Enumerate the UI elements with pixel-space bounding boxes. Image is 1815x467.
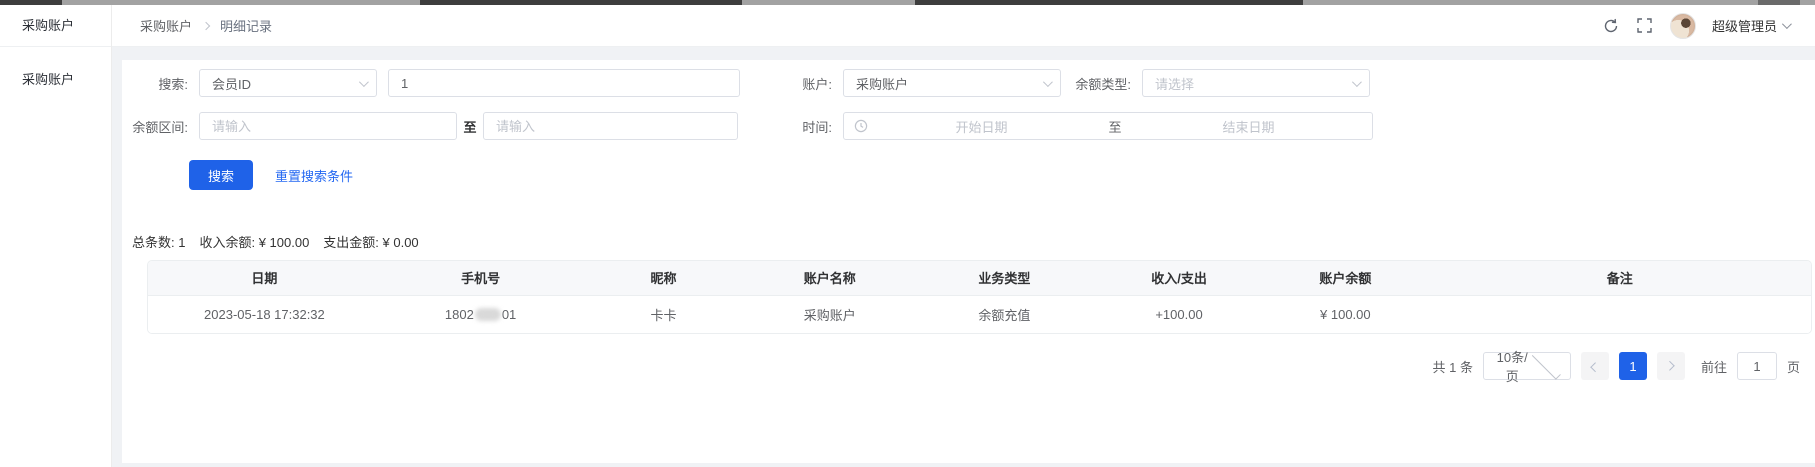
table-row: 2023-05-18 17:32:32 180201 卡卡 采购账户 余额充值 …: [148, 295, 1811, 333]
chevron-down-icon: [1352, 77, 1362, 87]
summary-expense: 支出金额: ¥ 0.00: [323, 232, 418, 251]
next-page-button[interactable]: [1657, 352, 1685, 380]
prev-page-button[interactable]: [1581, 352, 1609, 380]
filter-row-1: 搜索: 会员ID 账户: 采购账户 余额类型: 请选择: [132, 69, 1815, 97]
main-area: 采购账户 明细记录 超级管理员: [112, 5, 1815, 467]
account-value: 采购账户: [856, 74, 1043, 93]
account-select[interactable]: 采购账户: [843, 69, 1061, 97]
col-header-phone: 手机号: [381, 261, 581, 295]
balance-type-placeholder: 请选择: [1155, 74, 1352, 93]
balance-min-input[interactable]: [199, 112, 457, 140]
chevron-down-icon: [359, 77, 369, 87]
cell-nickname: 卡卡: [580, 295, 746, 333]
reset-search-link[interactable]: 重置搜索条件: [275, 166, 353, 185]
chevron-down-icon: [1782, 19, 1792, 29]
cell-balance: ¥ 100.00: [1262, 295, 1428, 333]
page-number-current[interactable]: 1: [1619, 352, 1647, 380]
user-name-label: 超级管理员: [1712, 16, 1777, 35]
phone-suffix: 01: [502, 307, 516, 322]
navbar: 采购账户 明细记录 超级管理员: [112, 5, 1815, 47]
chevron-right-icon: [1665, 360, 1675, 370]
records-table-wrapper: 日期 手机号 昵称 账户名称 业务类型 收入/支出 账户余额 备注: [147, 260, 1812, 334]
breadcrumb-separator-icon: [202, 21, 210, 29]
background-window-strip: [0, 0, 1815, 5]
chevron-down-icon: [1532, 350, 1561, 379]
strip-segment: [0, 0, 62, 5]
page-size-value: 10条/页: [1496, 347, 1529, 385]
navbar-actions: 超级管理员: [1602, 13, 1789, 39]
sidebar: 采购账户 采购账户: [0, 5, 112, 467]
user-avatar[interactable]: [1670, 13, 1696, 39]
filter-actions: 搜索 重置搜索条件: [189, 160, 1815, 190]
sidebar-header-purchase-account[interactable]: 采购账户: [0, 5, 111, 47]
records-table: 日期 手机号 昵称 账户名称 业务类型 收入/支出 账户余额 备注: [148, 261, 1811, 333]
search-type-select[interactable]: 会员ID: [199, 69, 377, 97]
balance-type-label: 余额类型:: [1061, 74, 1131, 93]
search-type-value: 会员ID: [212, 74, 359, 93]
balance-max-input[interactable]: [483, 112, 738, 140]
cell-amount: +100.00: [1096, 295, 1262, 333]
col-header-balance: 账户余额: [1262, 261, 1428, 295]
breadcrumb-item-purchase-account[interactable]: 采购账户: [140, 16, 192, 35]
table-header-row: 日期 手机号 昵称 账户名称 业务类型 收入/支出 账户余额 备注: [148, 261, 1811, 295]
strip-segment: [1758, 0, 1800, 5]
summary-income: 收入余额: ¥ 100.00: [199, 232, 309, 251]
search-keyword-input[interactable]: [388, 69, 740, 97]
app-frame: 采购账户 采购账户 采购账户 明细记录: [0, 5, 1815, 467]
start-date-placeholder: 开始日期: [868, 117, 1095, 136]
breadcrumb: 采购账户 明细记录: [140, 16, 272, 35]
balance-range-label: 余额区间:: [132, 117, 188, 136]
cell-remark: [1428, 295, 1811, 333]
cell-biz-type: 余额充值: [913, 295, 1096, 333]
summary-bar: 总条数: 1 收入余额: ¥ 100.00 支出金额: ¥ 0.00: [132, 232, 1815, 251]
page-size-select[interactable]: 10条/页: [1483, 352, 1571, 380]
chevron-down-icon: [1043, 77, 1053, 87]
col-header-remark: 备注: [1428, 261, 1811, 295]
fullscreen-icon[interactable]: [1636, 17, 1654, 35]
chevron-left-icon: [1591, 362, 1601, 372]
phone-prefix: 1802: [445, 307, 474, 322]
col-header-amount: 收入/支出: [1096, 261, 1262, 295]
date-range-picker[interactable]: 开始日期 至 结束日期: [843, 112, 1373, 140]
col-header-biz-type: 业务类型: [913, 261, 1096, 295]
refresh-icon[interactable]: [1602, 17, 1620, 35]
pagination: 共 1 条 10条/页 1 前往 页: [122, 352, 1800, 380]
col-header-date: 日期: [148, 261, 381, 295]
cell-phone: 1802 01: [381, 295, 581, 333]
pagination-total: 共 1 条: [1433, 357, 1473, 376]
page-unit-label: 页: [1787, 357, 1800, 376]
clock-icon: [854, 119, 868, 133]
summary-total: 总条数: 1: [132, 232, 185, 251]
cell-account-name: 采购账户: [747, 295, 913, 333]
date-to-separator: 至: [1095, 117, 1135, 136]
goto-label: 前往: [1701, 357, 1727, 376]
account-label: 账户:: [772, 74, 832, 93]
content-card: 搜索: 会员ID 账户: 采购账户 余额类型: 请选择: [122, 60, 1815, 463]
time-label: 时间:: [772, 117, 832, 136]
col-header-nickname: 昵称: [580, 261, 746, 295]
breadcrumb-item-detail-records: 明细记录: [220, 16, 272, 35]
sidebar-item-purchase-account[interactable]: 采购账户: [0, 63, 111, 97]
goto-page-input[interactable]: [1737, 352, 1777, 380]
end-date-placeholder: 结束日期: [1135, 117, 1362, 136]
search-label: 搜索:: [132, 74, 188, 93]
content-background: 搜索: 会员ID 账户: 采购账户 余额类型: 请选择: [112, 47, 1815, 467]
cell-date: 2023-05-18 17:32:32: [148, 295, 381, 333]
balance-type-select[interactable]: 请选择: [1142, 69, 1370, 97]
search-button[interactable]: 搜索: [189, 160, 253, 190]
user-menu[interactable]: 超级管理员: [1712, 16, 1789, 35]
phone-redaction-blur: [475, 308, 501, 321]
filter-row-2: 余额区间: 至 时间: 开始日期 至 结束日期: [132, 112, 1815, 140]
strip-segment: [420, 0, 742, 5]
strip-segment: [915, 0, 1303, 5]
range-to-separator: 至: [457, 117, 483, 136]
col-header-account-name: 账户名称: [747, 261, 913, 295]
